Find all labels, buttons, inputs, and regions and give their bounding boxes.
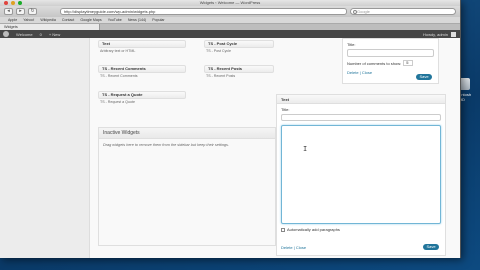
inactive-widgets-description: Drag widgets here to remove them from th…: [103, 143, 229, 147]
number-row: Number of comments to show: 5: [347, 60, 434, 66]
widget-description: TS - Post Cycle: [206, 49, 231, 53]
widget-description: TS - Recent Posts: [206, 74, 236, 78]
search-input[interactable]: Google: [350, 8, 456, 15]
widget-description: Arbitrary text or HTML: [100, 49, 136, 53]
bookmark-item[interactable]: Wikipedia: [40, 18, 56, 22]
forward-button[interactable]: ▸: [16, 8, 25, 15]
site-name-link[interactable]: Welcome: [16, 32, 33, 37]
bookmark-item[interactable]: News (144): [128, 18, 146, 22]
text-widget-title-field[interactable]: [281, 114, 441, 121]
bookmark-item[interactable]: Popular: [152, 18, 164, 22]
wp-admin-bar: Welcome 0 + New Howdy, admin: [0, 30, 460, 38]
delete-close-links[interactable]: Delete | Close: [281, 245, 306, 250]
text-widget-form: Text Title: I Automatically add paragrap…: [276, 94, 446, 256]
window-titlebar[interactable]: Widgets ‹ Welcome — WordPress: [0, 0, 460, 6]
recent-comments-widget-form: Title: Number of comments to show: 5 Del…: [342, 38, 439, 84]
howdy-text: Howdy, admin: [422, 31, 448, 37]
admin-sidebar: [0, 38, 90, 258]
new-content-button[interactable]: + New: [49, 32, 60, 37]
bookmark-item[interactable]: Contact: [62, 18, 74, 22]
bookmark-item[interactable]: Yahoo!: [23, 18, 34, 22]
widget-text[interactable]: Text Arbitrary text or HTML: [98, 40, 186, 54]
widget-title: TS - Recent Posts: [204, 65, 274, 73]
widget-title: TS - Recent Comments: [98, 65, 186, 73]
back-button[interactable]: ◂: [4, 8, 13, 15]
autop-label: Automatically add paragraphs: [287, 227, 340, 232]
inactive-widgets-box[interactable]: Inactive Widgets Drag widgets here to re…: [98, 127, 276, 246]
save-button[interactable]: Save: [423, 244, 439, 250]
widget-title: TS - Post Cycle: [204, 40, 274, 48]
avatar: [451, 31, 456, 37]
widget-recent-posts[interactable]: TS - Recent Posts TS - Recent Posts: [204, 65, 274, 79]
bookmark-item[interactable]: YouTube: [108, 18, 122, 22]
bookmark-item[interactable]: Google Maps: [80, 18, 101, 22]
text-cursor-icon: I: [303, 146, 308, 154]
number-label: Number of comments to show:: [347, 60, 402, 66]
widget-title: TS - Request a Quote: [98, 91, 186, 99]
widget-description: TS - Recent Comments: [100, 74, 138, 78]
admin-account[interactable]: Howdy, admin: [422, 31, 460, 37]
title-label: Title:: [281, 107, 290, 112]
autop-row: Automatically add paragraphs: [277, 224, 445, 235]
widget-recent-comments[interactable]: TS - Recent Comments TS - Recent Comment…: [98, 65, 186, 79]
reload-button[interactable]: ↻: [28, 8, 37, 15]
widget-request-quote[interactable]: TS - Request a Quote TS - Request a Quot…: [98, 91, 186, 105]
text-widget-content-area[interactable]: I: [281, 125, 441, 224]
text-widget-header[interactable]: Text: [277, 95, 445, 104]
wordpress-icon[interactable]: [3, 31, 9, 37]
widget-description: TS - Request a Quote: [100, 100, 135, 104]
save-button[interactable]: Save: [416, 74, 432, 80]
page-content: Text Arbitrary text or HTML TS - Post Cy…: [0, 38, 460, 258]
browser-toolbar: ◂ ▸ ↻ http://displaytimeyguide.com/wp-ad…: [0, 6, 460, 17]
address-bar[interactable]: http://displaytimeyguide.com/wp-admin/wi…: [60, 8, 347, 15]
bookmarks-bar: Apple Yahoo! Wikipedia Contact Google Ma…: [0, 17, 460, 24]
browser-window: Widgets ‹ Welcome — WordPress ◂ ▸ ↻ http…: [0, 0, 461, 258]
title-field[interactable]: [347, 49, 434, 57]
number-field[interactable]: 5: [403, 60, 414, 66]
widget-post-cycle[interactable]: TS - Post Cycle TS - Post Cycle: [204, 40, 274, 54]
available-widgets: Text Arbitrary text or HTML TS - Post Cy…: [98, 38, 276, 118]
comments-count[interactable]: 0: [40, 32, 42, 37]
window-title: Widgets ‹ Welcome — WordPress: [199, 0, 261, 5]
autop-checkbox[interactable]: [281, 227, 285, 232]
title-label: Title:: [347, 42, 356, 47]
widgets-area: Text Arbitrary text or HTML TS - Post Cy…: [90, 38, 460, 258]
widget-title: Text: [98, 40, 186, 48]
bookmark-item[interactable]: Apple: [8, 18, 17, 22]
inactive-widgets-title: Inactive Widgets: [99, 128, 275, 139]
